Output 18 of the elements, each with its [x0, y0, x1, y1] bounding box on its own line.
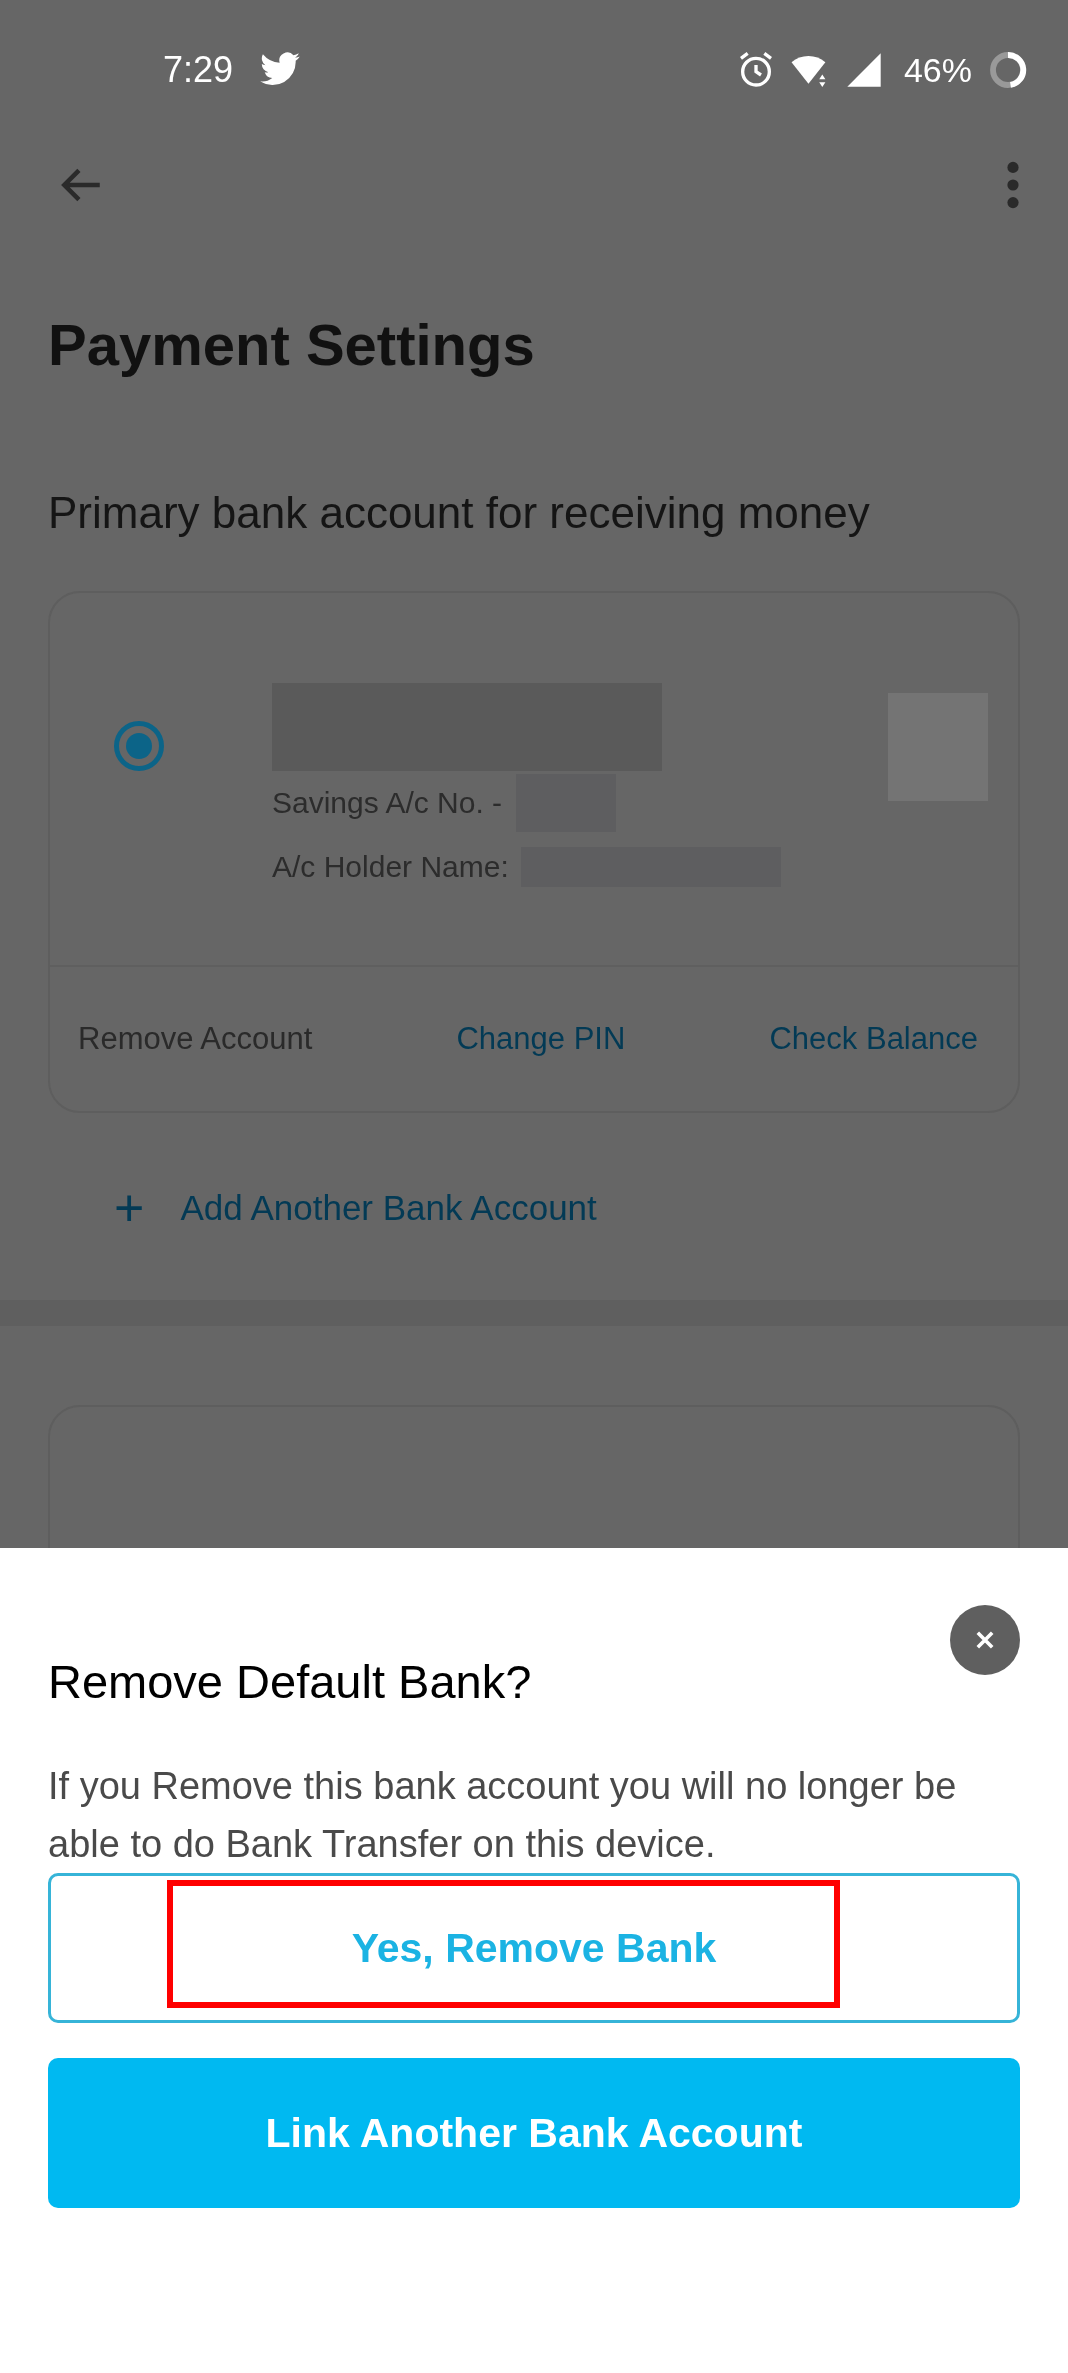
dialog-title: Remove Default Bank?	[48, 1654, 533, 1710]
holder-name-label: A/c Holder Name:	[272, 850, 509, 884]
battery-percent: 46%	[903, 50, 972, 90]
card-action-link[interactable]: Check Balance	[769, 1021, 978, 1057]
radio-button[interactable]	[114, 721, 164, 771]
account-number-label: Savings A/c No. -	[272, 786, 503, 820]
add-account-link[interactable]: Add Another Bank Account	[180, 1188, 597, 1228]
page-title: Payment Settings	[48, 311, 536, 379]
plus-icon[interactable]: +	[114, 1182, 145, 1234]
card-action-link[interactable]: Change PIN	[456, 1021, 626, 1057]
battery-icon	[988, 50, 1028, 90]
dialog-button[interactable]: Link Another Bank Account	[48, 2058, 1020, 2208]
dialog-message: If you Remove this bank account you will no longer be able to do Bank Transfer on this device.	[48, 1764, 958, 1867]
dialog-button[interactable]: Yes, Remove Bank	[48, 1873, 1020, 2023]
more-options-icon[interactable]	[1006, 161, 1020, 209]
section-title: Primary bank account for receiving money	[48, 487, 871, 539]
card-action-link[interactable]: Remove Account	[78, 1021, 313, 1057]
status-time: 7:29	[163, 49, 234, 91]
